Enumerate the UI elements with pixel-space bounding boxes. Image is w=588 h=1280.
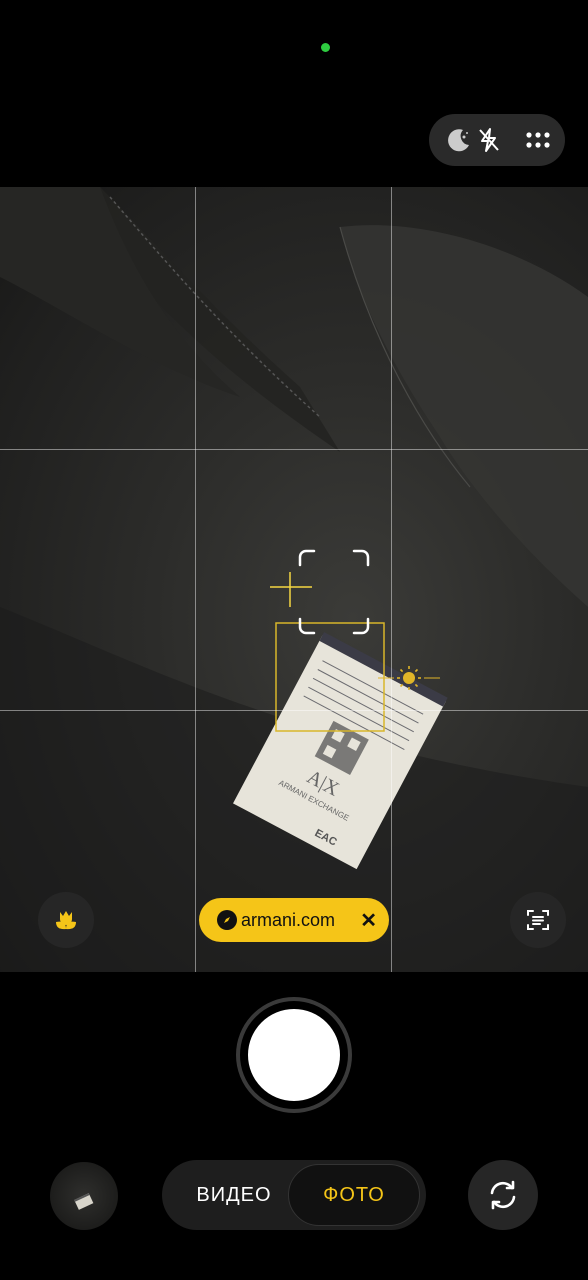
- top-controls: [429, 114, 565, 166]
- flower-icon: [56, 911, 76, 930]
- flash-off-icon: [479, 128, 499, 152]
- gallery-thumbnail[interactable]: [50, 1162, 118, 1230]
- rotate-camera-icon: [490, 1180, 516, 1210]
- grid-line: [391, 187, 392, 972]
- mode-photo[interactable]: ФОТО: [288, 1164, 420, 1226]
- mode-video[interactable]: ВИДЕО: [182, 1160, 286, 1230]
- link-suggestion-chip[interactable]: armani.com ✕: [199, 898, 389, 942]
- close-icon[interactable]: ✕: [360, 908, 377, 933]
- camera-viewfinder[interactable]: A|X ARMANI EXCHANGE EAC: [0, 187, 588, 972]
- text-scan-icon: [527, 910, 549, 930]
- scan-text-button[interactable]: [510, 892, 566, 948]
- more-settings-button[interactable]: [516, 114, 560, 166]
- grid-line: [0, 710, 588, 711]
- grid-line: [195, 187, 196, 972]
- mode-switcher: ВИДЕО ФОТО: [162, 1160, 426, 1230]
- link-text[interactable]: armani.com: [241, 910, 360, 931]
- shutter-button[interactable]: [236, 997, 352, 1113]
- privacy-indicator: [321, 43, 330, 52]
- grid-dots-icon: [526, 132, 550, 148]
- scene-optimizer-button[interactable]: [38, 892, 94, 948]
- shutter-inner[interactable]: [248, 1009, 340, 1101]
- compass-icon: [217, 910, 237, 930]
- qr-scan-brackets: [298, 549, 370, 635]
- thumbnail-image: [74, 1193, 94, 1210]
- camera-scene: A|X ARMANI EXCHANGE EAC: [0, 187, 588, 972]
- flash-button[interactable]: [467, 114, 511, 166]
- switch-camera-button[interactable]: [468, 1160, 538, 1230]
- grid-line: [0, 449, 588, 450]
